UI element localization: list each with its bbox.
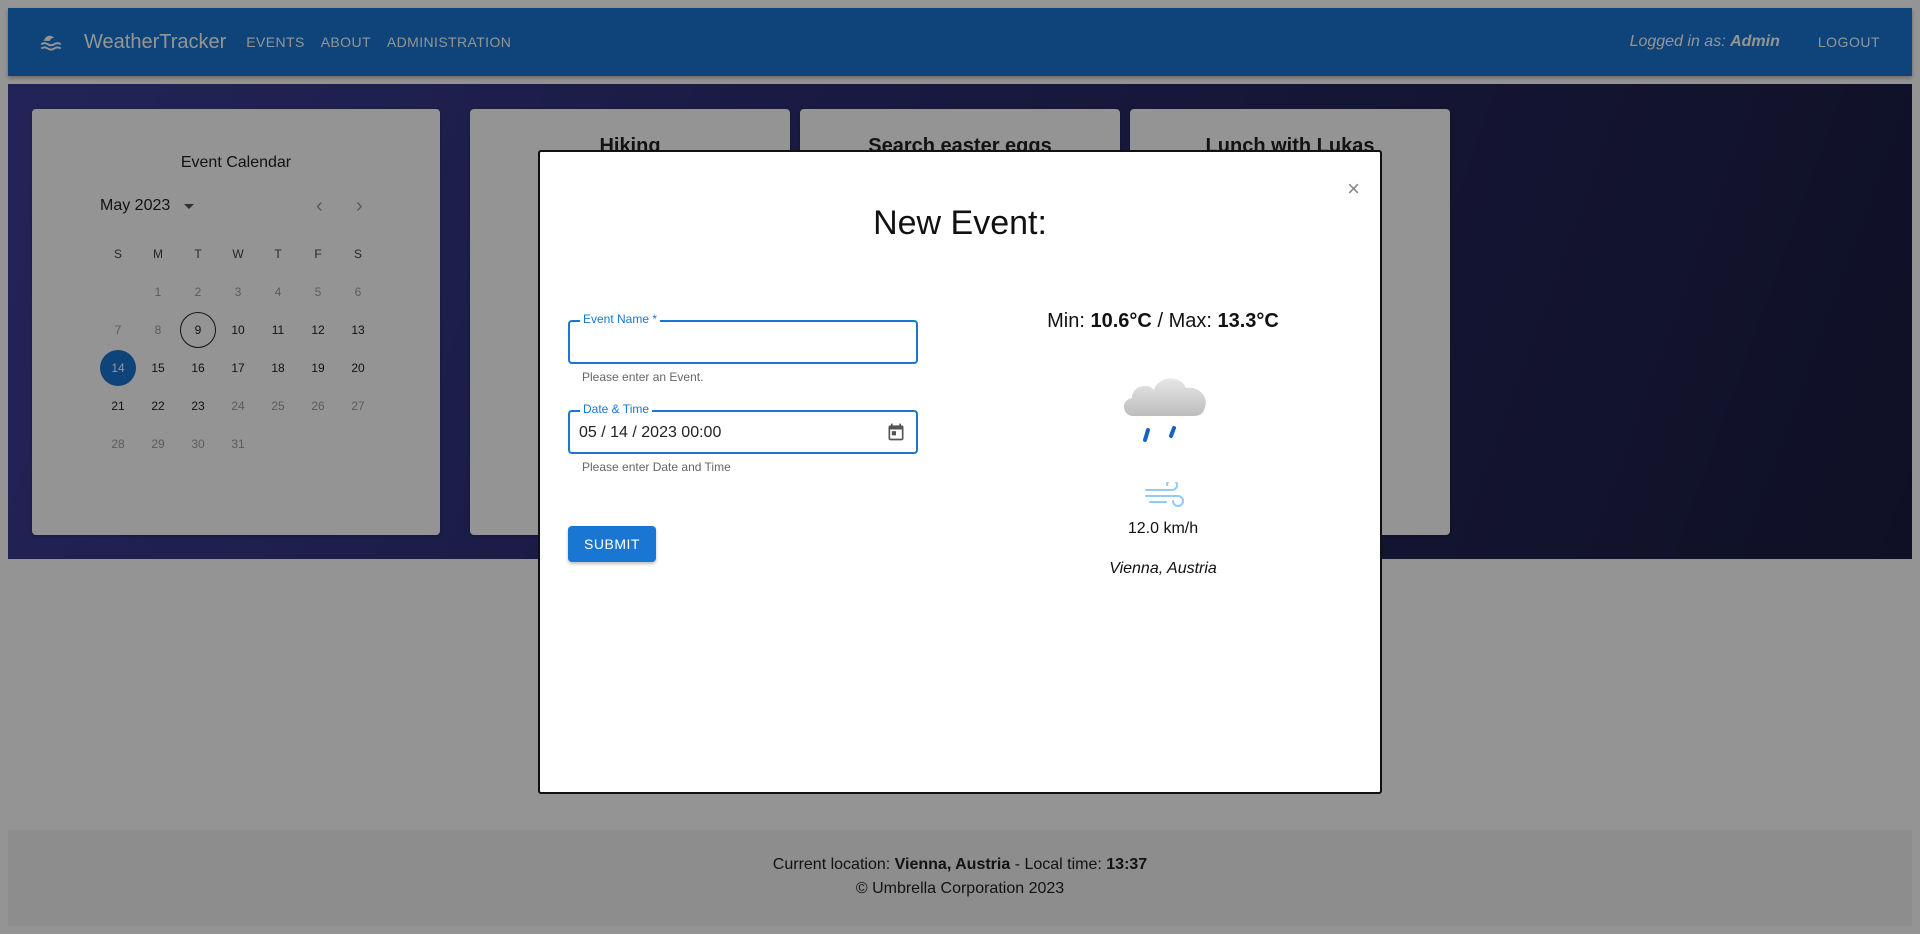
event-name-field[interactable]: Event Name * xyxy=(568,312,918,364)
rain-cloud-icon xyxy=(1123,378,1206,442)
range-separator: / xyxy=(1157,310,1163,332)
min-label: Min: xyxy=(1047,310,1085,332)
max-value: 13.3°C xyxy=(1217,310,1279,332)
event-name-label: Event Name * xyxy=(580,312,661,326)
new-event-dialog: × New Event: Event Name * Please enter a… xyxy=(538,150,1382,794)
close-icon[interactable]: × xyxy=(1347,176,1360,202)
wind-icon xyxy=(1145,482,1184,507)
date-time-label: Date & Time xyxy=(580,402,653,416)
temperature-range: Min: 10.6°C / Max: 13.3°C xyxy=(1008,310,1318,333)
date-time-field[interactable]: Date & Time 05 / 14 / 2023 00:00 xyxy=(568,402,918,454)
date-time-value[interactable]: 05 / 14 / 2023 00:00 xyxy=(579,424,721,442)
max-label: Max: xyxy=(1168,310,1212,332)
dialog-title: New Event: xyxy=(873,204,1047,242)
weather-location: Vienna, Austria xyxy=(1109,560,1217,577)
wind-speed: 12.0 km/h xyxy=(1127,520,1199,537)
submit-button[interactable]: SUBMIT xyxy=(568,526,656,562)
min-value: 10.6°C xyxy=(1090,310,1152,332)
event-name-input[interactable] xyxy=(578,330,878,354)
date-time-helper: Please enter Date and Time xyxy=(582,460,731,474)
calendar-icon[interactable] xyxy=(886,422,906,442)
event-name-helper: Please enter an Event. xyxy=(582,370,704,384)
